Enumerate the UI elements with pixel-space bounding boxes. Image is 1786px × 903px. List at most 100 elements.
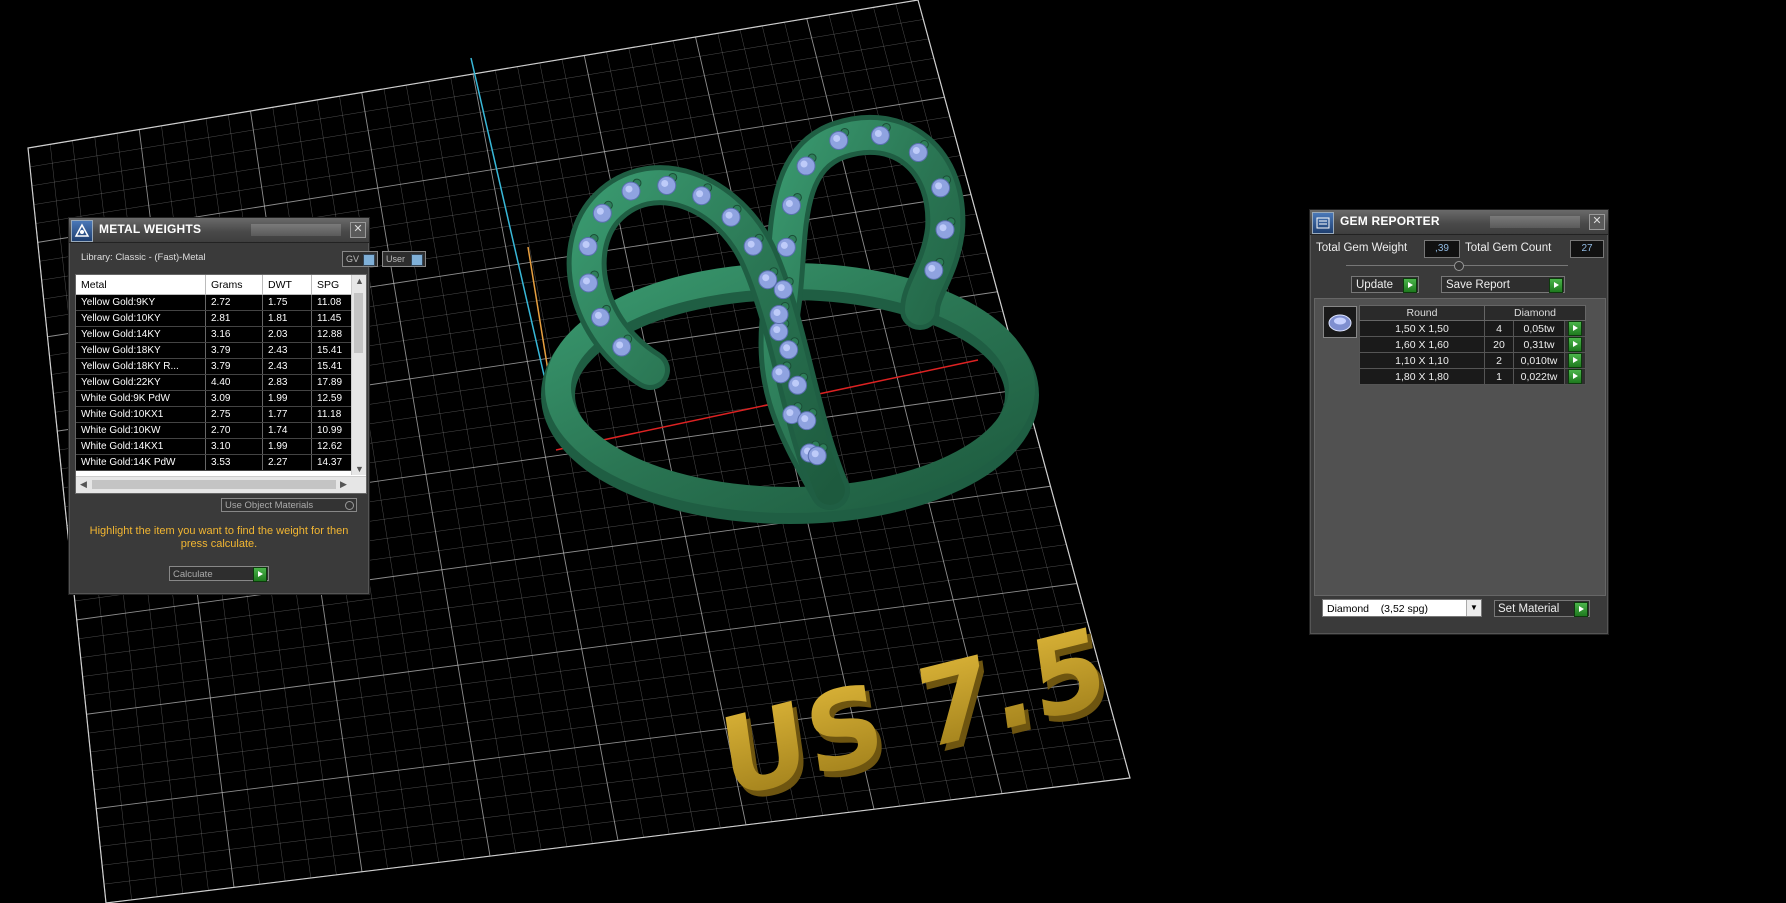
- calculate-button[interactable]: Calculate: [169, 566, 269, 582]
- gem-reporter-window[interactable]: GEM REPORTER ✕ Total Gem Weight ,39 Tota…: [1309, 209, 1609, 635]
- table-row[interactable]: White Gold:9K PdW 3.09 1.99 12.59: [76, 390, 357, 407]
- metal-weights-titlebar[interactable]: METAL WEIGHTS ✕: [69, 218, 369, 243]
- gem-row-action[interactable]: [1564, 352, 1586, 369]
- table-row[interactable]: Yellow Gold:18KY 3.79 2.43 15.41: [76, 342, 357, 359]
- gem-row-action[interactable]: [1564, 320, 1586, 337]
- gem-highlight: [616, 341, 624, 349]
- spg-cell: 12.62: [311, 438, 357, 455]
- gem-table: Round Diamond 1,50 X 1,50 4 0,05tw 1,60 X 1…: [1359, 305, 1586, 385]
- toggle-icon: [363, 254, 375, 266]
- grams-cell: 3.79: [205, 342, 263, 359]
- gem-shape-header: Round: [1359, 305, 1485, 321]
- play-arrow-icon[interactable]: [1568, 369, 1582, 384]
- gem-row-action[interactable]: [1564, 368, 1586, 385]
- table-row[interactable]: White Gold:10KX1 2.75 1.77 11.18: [76, 406, 357, 423]
- list-item[interactable]: 1,10 X 1,10 2 0,010tw: [1359, 352, 1586, 369]
- close-icon[interactable]: ✕: [350, 222, 366, 238]
- grams-cell: 4.40: [205, 374, 263, 391]
- radio-icon[interactable]: [345, 501, 354, 510]
- instruction-text: Highlight the item you want to find the …: [89, 525, 349, 550]
- gem-highlight: [935, 182, 943, 190]
- user-toggle[interactable]: User: [382, 251, 426, 267]
- scroll-down-icon[interactable]: ▼: [355, 464, 364, 474]
- scroll-up-icon[interactable]: ▲: [355, 276, 364, 286]
- list-item[interactable]: 1,60 X 1,60 20 0,31tw: [1359, 336, 1586, 353]
- gem-thumbnail[interactable]: [1323, 306, 1357, 338]
- column-header-spg[interactable]: SPG: [311, 275, 357, 295]
- metal-weights-window[interactable]: METAL WEIGHTS ✕ Library: Classic - (Fast…: [68, 217, 426, 595]
- collapse-icon[interactable]: [1454, 261, 1464, 271]
- gem-count-cell: 4: [1484, 320, 1514, 337]
- list-item[interactable]: 1,50 X 1,50 4 0,05tw: [1359, 320, 1586, 337]
- gem-highlight: [582, 277, 590, 285]
- scroll-right-icon[interactable]: ▶: [340, 479, 347, 490]
- ring-model[interactable]: [541, 114, 1039, 524]
- grams-cell: 2.72: [205, 294, 263, 311]
- grams-cell: 3.10: [205, 438, 263, 455]
- grid-line: [104, 758, 1125, 885]
- table-row[interactable]: Yellow Gold:18KY R... 3.79 2.43 15.41: [76, 358, 357, 375]
- spg-cell: 11.45: [311, 310, 357, 327]
- list-item[interactable]: 1,80 X 1,80 1 0,022tw: [1359, 368, 1586, 385]
- metal-name-cell: Yellow Gold:22KY: [76, 374, 206, 391]
- close-icon[interactable]: ✕: [1589, 214, 1605, 230]
- play-arrow-icon[interactable]: [1568, 321, 1582, 336]
- update-button[interactable]: Update: [1351, 276, 1419, 293]
- table-row[interactable]: Yellow Gold:9KY 2.72 1.75 11.08: [76, 294, 357, 311]
- play-arrow-icon[interactable]: [1568, 353, 1582, 368]
- spg-cell: 15.41: [311, 358, 357, 375]
- round-gem-icon: [1328, 314, 1352, 332]
- total-gem-count-label: Total Gem Count: [1465, 242, 1552, 254]
- save-report-button[interactable]: Save Report: [1441, 276, 1565, 293]
- gv-label: GV: [346, 254, 360, 264]
- play-arrow-icon[interactable]: [1549, 278, 1563, 293]
- play-arrow-icon[interactable]: [1403, 278, 1417, 293]
- set-material-button[interactable]: Set Material: [1494, 600, 1590, 617]
- gem-highlight: [780, 241, 788, 249]
- gem-highlight: [874, 129, 882, 137]
- scroll-left-icon[interactable]: ◀: [80, 479, 87, 490]
- play-arrow-icon[interactable]: [1568, 337, 1582, 352]
- gem-highlight: [596, 207, 604, 215]
- table-row[interactable]: Yellow Gold:22KY 4.40 2.83 17.89: [76, 374, 357, 391]
- table-row[interactable]: White Gold:14KX1 3.10 1.99 12.62: [76, 438, 357, 455]
- column-header-grams[interactable]: Grams: [205, 275, 263, 295]
- gv-toggle[interactable]: GV: [342, 251, 378, 267]
- gem-highlight: [786, 409, 794, 417]
- table-row[interactable]: White Gold:14K PdW 3.53 2.27 14.37: [76, 454, 357, 471]
- gem-reporter-titlebar[interactable]: GEM REPORTER ✕: [1310, 210, 1608, 235]
- calculate-label: Calculate: [173, 569, 213, 580]
- gem-highlight: [594, 311, 602, 319]
- play-arrow-icon[interactable]: [253, 567, 267, 582]
- user-label: User: [386, 254, 406, 264]
- dwt-cell: 2.43: [262, 342, 312, 359]
- column-header-metal[interactable]: Metal: [76, 275, 206, 295]
- horizontal-scrollbar[interactable]: ◀ ▶: [76, 476, 366, 493]
- scroll-thumb[interactable]: [92, 480, 336, 489]
- grams-cell: 2.75: [205, 406, 263, 423]
- gem-row-action[interactable]: [1564, 336, 1586, 353]
- spg-cell: 12.59: [311, 390, 357, 407]
- table-row[interactable]: White Gold:10KW 2.70 1.74 10.99: [76, 422, 357, 439]
- set-material-label: Set Material: [1498, 603, 1560, 615]
- use-object-materials-label: Use Object Materials: [225, 500, 314, 511]
- grams-cell: 3.53: [205, 454, 263, 471]
- use-object-materials-option[interactable]: Use Object Materials: [221, 498, 357, 512]
- gem-highlight: [912, 147, 920, 155]
- metal-weights-title: METAL WEIGHTS: [99, 222, 202, 236]
- update-label: Update: [1356, 279, 1394, 291]
- metal-table[interactable]: Metal Grams DWT SPG Yellow Gold:9KY 2.72 1…: [75, 274, 367, 494]
- table-row[interactable]: Yellow Gold:10KY 2.81 1.81 11.45: [76, 310, 357, 327]
- chevron-down-icon[interactable]: ▼: [1466, 600, 1481, 616]
- material-select[interactable]: Diamond (3,52 spg) ▼: [1322, 599, 1482, 617]
- metal-name-cell: Yellow Gold:18KY R...: [76, 358, 206, 375]
- gem-highlight: [777, 284, 785, 292]
- column-header-dwt[interactable]: DWT: [262, 275, 312, 295]
- table-row[interactable]: Yellow Gold:14KY 3.16 2.03 12.88: [76, 326, 357, 343]
- gem-highlight: [762, 274, 770, 282]
- gem-highlight: [785, 199, 793, 207]
- scroll-thumb[interactable]: [354, 293, 363, 353]
- vertical-scrollbar[interactable]: ▲ ▼: [351, 275, 366, 475]
- play-arrow-icon[interactable]: [1574, 602, 1588, 617]
- total-gem-weight-field: ,39: [1424, 240, 1460, 258]
